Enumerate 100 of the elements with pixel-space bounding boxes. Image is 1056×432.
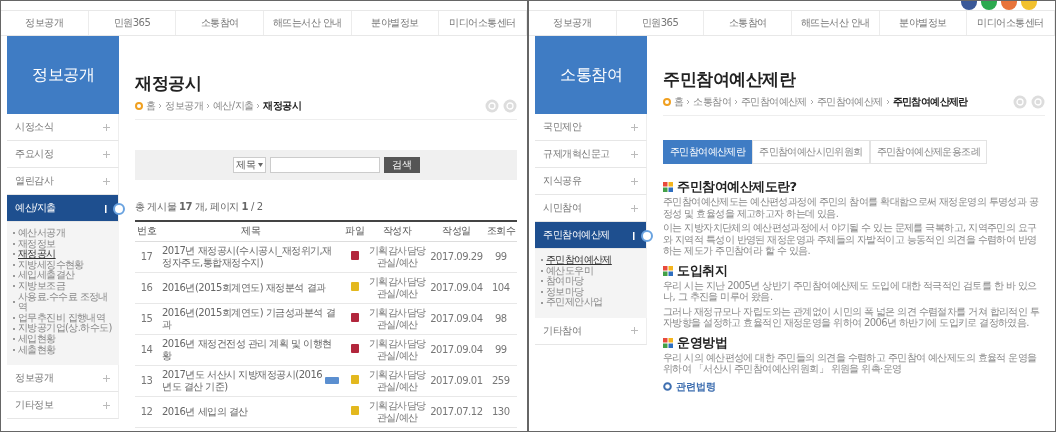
nav-link[interactable]: 소통참여 xyxy=(704,11,792,35)
table-cell: 2017.09.04 xyxy=(428,272,485,303)
file-icon[interactable] xyxy=(350,343,359,353)
submenu-link[interactable]: 주민참여예산제 xyxy=(546,255,612,266)
nav-link[interactable]: 정보공개 xyxy=(1,11,89,35)
page-title: 재정공시 xyxy=(135,72,202,95)
breadcrumb-link[interactable]: 주민참여예산제 xyxy=(816,95,883,109)
breadcrumb-link[interactable]: 주민참여예산제 xyxy=(741,95,807,109)
table-cell: 기획감사담당관실/예산 xyxy=(366,365,429,396)
submenu-link[interactable]: 주민제안사업 xyxy=(546,297,603,308)
sidebar-item[interactable]: 기타정보 xyxy=(7,392,119,420)
sidebar-item[interactable]: 국민제안 xyxy=(535,114,647,141)
table-cell: 12 xyxy=(135,396,158,427)
section-heading: 주민참여예산제도란? xyxy=(677,179,797,195)
table-cell: 99 xyxy=(484,241,517,272)
nav-link[interactable]: 민원365 xyxy=(88,11,177,35)
submenu-link[interactable]: 세출현황 xyxy=(18,344,56,356)
table-cell: 기획감사담당관실/예산 xyxy=(366,303,429,334)
nav-link[interactable]: 정보공개 xyxy=(529,11,617,35)
sidebar-title: 소통참여 xyxy=(535,36,647,114)
post-title-link[interactable]: 2017년도 서산시 지방재정공시(2016년도 결산 기준) xyxy=(162,368,323,393)
plus-icon xyxy=(631,327,638,335)
submenu-link[interactable]: 업무추진비 집행내역 xyxy=(18,312,106,324)
submenu-link[interactable]: 지방보조금 xyxy=(18,280,65,292)
chevron-icon xyxy=(256,103,261,109)
search-button[interactable]: 검색 xyxy=(383,157,420,173)
nav-link[interactable]: 미디어소통센터 xyxy=(439,11,527,35)
plus-icon xyxy=(103,150,110,158)
post-title-link[interactable]: 2016년(2015회계연도) 재정분석 결과 xyxy=(162,281,326,294)
paragraph: 우리 시의 예산편성에 대한 주민들의 의견을 수렴하고 주민참여 예산제도의 효율적 운영을 위하여 「서산시 주민참여예산위원회」 위원을 위촉·운영 xyxy=(663,351,1038,375)
submenu-link[interactable]: 재정정보 xyxy=(18,238,56,250)
table-cell: 259 xyxy=(484,365,517,396)
nav-link[interactable]: 분야별정보 xyxy=(879,11,968,35)
breadcrumb-link[interactable]: 홈 xyxy=(674,95,684,109)
tab[interactable]: 주민참여예산제란 xyxy=(663,140,753,164)
breadcrumb-link[interactable]: 소통참여 xyxy=(693,95,731,109)
sidebar-item[interactable]: 시정소식 xyxy=(7,114,119,141)
breadcrumb-link[interactable]: 홈 xyxy=(146,99,156,113)
sidebar-item[interactable]: 주요시정 xyxy=(7,141,119,168)
nav-link[interactable]: 소통참여 xyxy=(176,11,264,35)
sidebar-item[interactable]: 규제개혁신문고 xyxy=(535,141,647,168)
file-icon[interactable] xyxy=(350,250,359,260)
sidebar-item[interactable]: 지식공유 xyxy=(535,168,647,195)
submenu-link[interactable]: 세입현황 xyxy=(18,333,56,345)
sidebar-item[interactable]: 시민참여 xyxy=(535,195,647,222)
nav-link[interactable]: 해뜨는서산 안내 xyxy=(792,11,880,35)
section-heading: 운영방법 xyxy=(677,334,727,351)
submenu-link[interactable]: 지방공기업(상.하수도) xyxy=(18,323,112,334)
post-title-link[interactable]: 2016년 재정건전성 관리 계획 및 이행현황 xyxy=(162,337,340,362)
plus-icon xyxy=(631,123,638,131)
chevron-icon xyxy=(158,103,163,109)
breadcrumb-link[interactable]: 예산/지출 xyxy=(213,99,254,113)
breadcrumb-link[interactable]: 정보공개 xyxy=(165,99,203,113)
table-cell: 104 xyxy=(484,272,517,303)
submenu-link[interactable]: 지방세징수현황 xyxy=(18,259,84,271)
breadcrumb-link[interactable]: 주민참여예산제란 xyxy=(892,95,968,109)
chevron-icon xyxy=(885,99,890,105)
column-header: 제목 xyxy=(158,221,344,241)
table-cell: 130 xyxy=(484,396,517,427)
column-header: 번호 xyxy=(135,221,158,241)
submenu-link[interactable]: 세입세출결산 xyxy=(18,270,75,281)
related-law-link[interactable]: 관련법령 xyxy=(676,379,716,394)
table-cell: 2017.09.01 xyxy=(428,365,485,396)
grid-icon xyxy=(663,265,673,276)
post-title-link[interactable]: 2016년(2015회계연도) 기금성과분석 결과 xyxy=(162,306,340,331)
post-title-link[interactable]: 2016년 세입의 결산 xyxy=(162,405,248,418)
file-icon[interactable] xyxy=(350,312,359,322)
submenu-link[interactable]: 예산서공개 xyxy=(18,228,65,239)
post-title-link[interactable]: 2017년 재정공시(수시공시_재정위기,재정자주도,통합재정수지) xyxy=(162,244,340,269)
search-field[interactable] xyxy=(269,157,380,173)
submenu-link[interactable]: 정보마당 xyxy=(546,286,584,298)
breadcrumb-link[interactable]: 재정공시 xyxy=(263,99,301,113)
nav-link[interactable]: 미디어소통센터 xyxy=(967,11,1055,35)
sidebar-item[interactable]: 기타참여 xyxy=(535,317,647,345)
plus-icon xyxy=(631,177,638,185)
sidebar-item[interactable]: 정보공개 xyxy=(7,365,119,393)
search-select[interactable]: 제목 xyxy=(232,157,266,173)
table-cell: 99 xyxy=(484,334,517,365)
submenu-link[interactable]: 예산도우미 xyxy=(546,265,593,277)
nav-link[interactable]: 민원365 xyxy=(616,11,705,35)
caret-icon xyxy=(257,163,263,167)
active-marker-icon xyxy=(632,229,654,242)
section-heading: 도입취지 xyxy=(677,262,727,279)
table-cell: 16 xyxy=(135,272,158,303)
nav-link[interactable]: 분야별정보 xyxy=(351,11,440,35)
submenu-link[interactable]: 재정공시 xyxy=(18,249,56,260)
sidebar-title: 정보공개 xyxy=(7,36,119,114)
sidebar-item[interactable]: 예산/지출 xyxy=(7,195,119,222)
tab[interactable]: 주민참여예산시민위원회 xyxy=(752,140,870,164)
sidebar-item[interactable]: 열린감사 xyxy=(7,168,119,195)
plus-icon xyxy=(103,374,110,382)
tab[interactable]: 주민참여예산제운용조례 xyxy=(869,140,987,164)
sidebar-item[interactable]: 주민참여예산제 xyxy=(535,222,647,249)
submenu-link[interactable]: 사용료.수수료 조정내역 xyxy=(18,291,115,313)
nav-link[interactable]: 해뜨는서산 안내 xyxy=(264,11,352,35)
table-cell: 기획감사담당관실/예산 xyxy=(366,334,429,365)
submenu-link[interactable]: 참여마당 xyxy=(546,276,584,287)
home-icon xyxy=(135,102,143,110)
paragraph: 그러나 재정규모나 자립도와는 관계없이 시민의 폭 넓은 의견 수렴절차를 거쳐 합리적인 투자방향을 설정하고 효율적인 재정운영을 위하여 2006년 하반기에 도입키로 결정하였음. xyxy=(663,305,1041,329)
grid-icon xyxy=(663,337,673,348)
